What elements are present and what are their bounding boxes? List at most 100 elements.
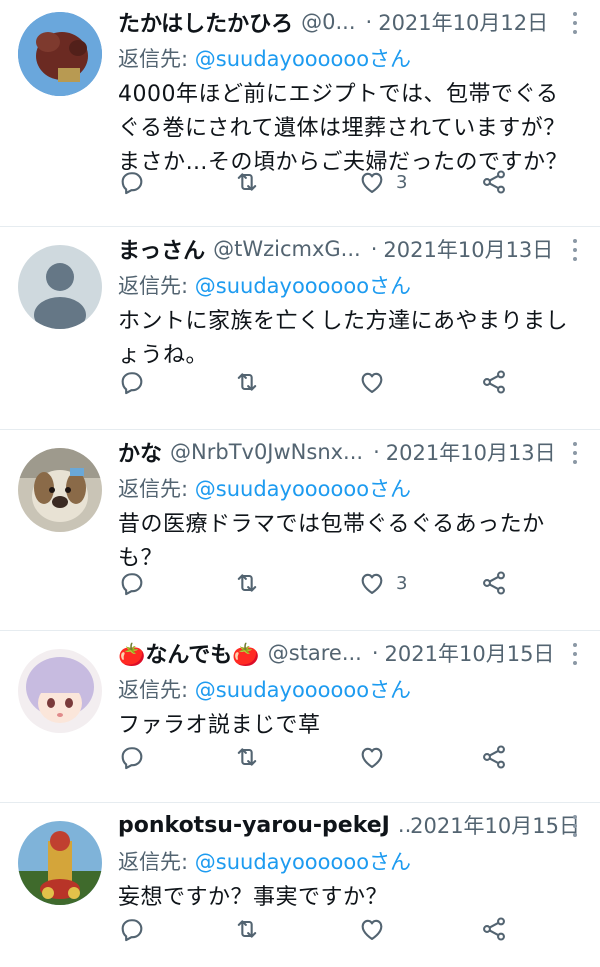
share-icon: [483, 917, 505, 941]
reply-prefix: 返信先:: [118, 850, 195, 874]
reply-tweet[interactable]: ponkotsu-yarou-pekeJ ... 2021年10月15日 返信先…: [0, 803, 600, 967]
more-icon[interactable]: [572, 239, 578, 265]
retweet-button[interactable]: [233, 743, 261, 771]
share-icon: [483, 745, 505, 769]
reply-suffix: さん: [369, 678, 412, 702]
reply-icon: [121, 919, 143, 942]
reply-prefix: 返信先:: [118, 477, 195, 501]
reply-tweet[interactable]: まっさん @tWzicmxG... · 2021年10月13日 返信先: @su…: [0, 227, 600, 430]
reply-to-line: 返信先: @suudayooooooさん: [118, 269, 580, 303]
retweet-icon: [237, 574, 257, 592]
tweet-date[interactable]: 2021年10月12日: [378, 7, 548, 37]
reply-icon: [121, 747, 143, 770]
display-name[interactable]: 🍅なんでも🍅: [118, 637, 260, 669]
share-icon: [483, 170, 505, 194]
reply-to-handle[interactable]: @suudayoooooo: [195, 678, 369, 702]
tweet-text: ファラオ説まじで草: [118, 713, 321, 738]
reply-to-line: 返信先: @suudayooooooさん: [118, 472, 580, 506]
tweet-text: 4000年ほど前にエジプトでは、包帯でぐるぐる巻にされて遺体は埋葬されていますが…: [118, 82, 569, 175]
reply-button[interactable]: [118, 368, 146, 396]
retweet-button[interactable]: [233, 915, 261, 943]
reply-to-handle[interactable]: @suudayoooooo: [195, 47, 369, 71]
share-button[interactable]: [480, 743, 508, 771]
like-icon: [361, 372, 383, 393]
separator-dot: ·: [365, 10, 373, 34]
tweet-date[interactable]: 2021年10月13日: [383, 234, 553, 264]
user-handle[interactable]: @NrbTv0JwNsnx...: [170, 440, 363, 464]
share-button[interactable]: [480, 569, 508, 597]
like-count: 3: [396, 572, 408, 594]
avatar[interactable]: [18, 245, 102, 329]
more-icon[interactable]: [572, 442, 578, 468]
reply-suffix: さん: [369, 274, 412, 298]
like-button[interactable]: [358, 368, 396, 396]
share-icon: [483, 370, 505, 394]
like-icon: [361, 919, 383, 940]
retweet-button[interactable]: [233, 569, 261, 597]
reply-button[interactable]: [118, 743, 146, 771]
retweet-icon: [237, 173, 257, 191]
reply-tweet[interactable]: 🍅なんでも🍅 @stare... · 2021年10月15日 返信先: @suu…: [0, 631, 600, 803]
separator-dot: ·: [371, 641, 379, 665]
reply-suffix: さん: [369, 47, 412, 71]
retweet-button[interactable]: [233, 368, 261, 396]
reply-to-handle[interactable]: @suudayoooooo: [195, 850, 369, 874]
tweet-date[interactable]: 2021年10月13日: [386, 437, 556, 467]
reply-to-handle[interactable]: @suudayoooooo: [195, 477, 369, 501]
user-handle[interactable]: ...: [398, 813, 410, 837]
reply-to-line: 返信先: @suudayooooooさん: [118, 673, 580, 707]
tweet-date[interactable]: 2021年10月15日: [410, 810, 580, 840]
share-button[interactable]: [480, 915, 508, 943]
more-icon[interactable]: [572, 643, 578, 669]
reply-button[interactable]: [118, 915, 146, 943]
share-button[interactable]: [480, 368, 508, 396]
tweet-date[interactable]: 2021年10月15日: [385, 638, 555, 668]
reply-to-line: 返信先: @suudayooooooさん: [118, 845, 580, 879]
like-icon: [361, 172, 383, 193]
retweet-icon: [237, 748, 257, 766]
more-icon[interactable]: [572, 815, 578, 841]
reply-icon: [121, 172, 143, 195]
tweet-text: 昔の医療ドラマでは包帯ぐるぐるあったかも？: [118, 512, 545, 571]
display-name[interactable]: かな: [118, 436, 162, 468]
display-name[interactable]: ponkotsu-yarou-pekeJ: [118, 813, 390, 838]
retweet-button[interactable]: [233, 168, 261, 196]
separator-dot: ·: [373, 440, 380, 464]
avatar[interactable]: [18, 649, 102, 733]
avatar[interactable]: [18, 12, 102, 96]
like-button[interactable]: [358, 915, 396, 943]
reply-suffix: さん: [369, 850, 412, 874]
avatar[interactable]: [18, 821, 102, 905]
more-icon[interactable]: [572, 12, 578, 38]
user-handle[interactable]: @tWzicmxG...: [213, 237, 361, 261]
separator-dot: ·: [370, 237, 378, 261]
reply-prefix: 返信先:: [118, 678, 195, 702]
display-name[interactable]: まっさん: [118, 233, 205, 265]
user-handle[interactable]: @0...: [301, 10, 355, 34]
reply-to-handle[interactable]: @suudayoooooo: [195, 274, 369, 298]
like-button[interactable]: 3: [358, 569, 407, 597]
display-name[interactable]: たかはしたかひろ: [118, 6, 293, 38]
reply-tweet[interactable]: かな @NrbTv0JwNsnx... · 2021年10月13日 返信先: @…: [0, 430, 600, 631]
reply-prefix: 返信先:: [118, 274, 195, 298]
like-button[interactable]: 3: [358, 168, 407, 196]
avatar[interactable]: [18, 448, 102, 532]
reply-prefix: 返信先:: [118, 47, 195, 71]
share-icon: [483, 571, 505, 595]
reply-icon: [121, 573, 143, 596]
reply-suffix: さん: [369, 477, 412, 501]
reply-icon: [121, 372, 143, 395]
like-button[interactable]: [358, 743, 396, 771]
tweet-text: ホントに家族を亡くした方達にあやまりましょうね。: [118, 309, 569, 368]
retweet-icon: [237, 373, 257, 391]
like-icon: [361, 573, 383, 594]
reply-button[interactable]: [118, 168, 146, 196]
like-count: 3: [396, 171, 408, 193]
reply-button[interactable]: [118, 569, 146, 597]
share-button[interactable]: [480, 168, 508, 196]
user-handle[interactable]: @stare...: [268, 641, 362, 665]
reply-to-line: 返信先: @suudayooooooさん: [118, 42, 580, 76]
retweet-icon: [237, 920, 257, 938]
reply-tweet[interactable]: たかはしたかひろ @0... · 2021年10月12日 返信先: @suuda…: [0, 0, 600, 227]
tweet-text: 妄想ですか？事実ですか？: [118, 885, 389, 910]
